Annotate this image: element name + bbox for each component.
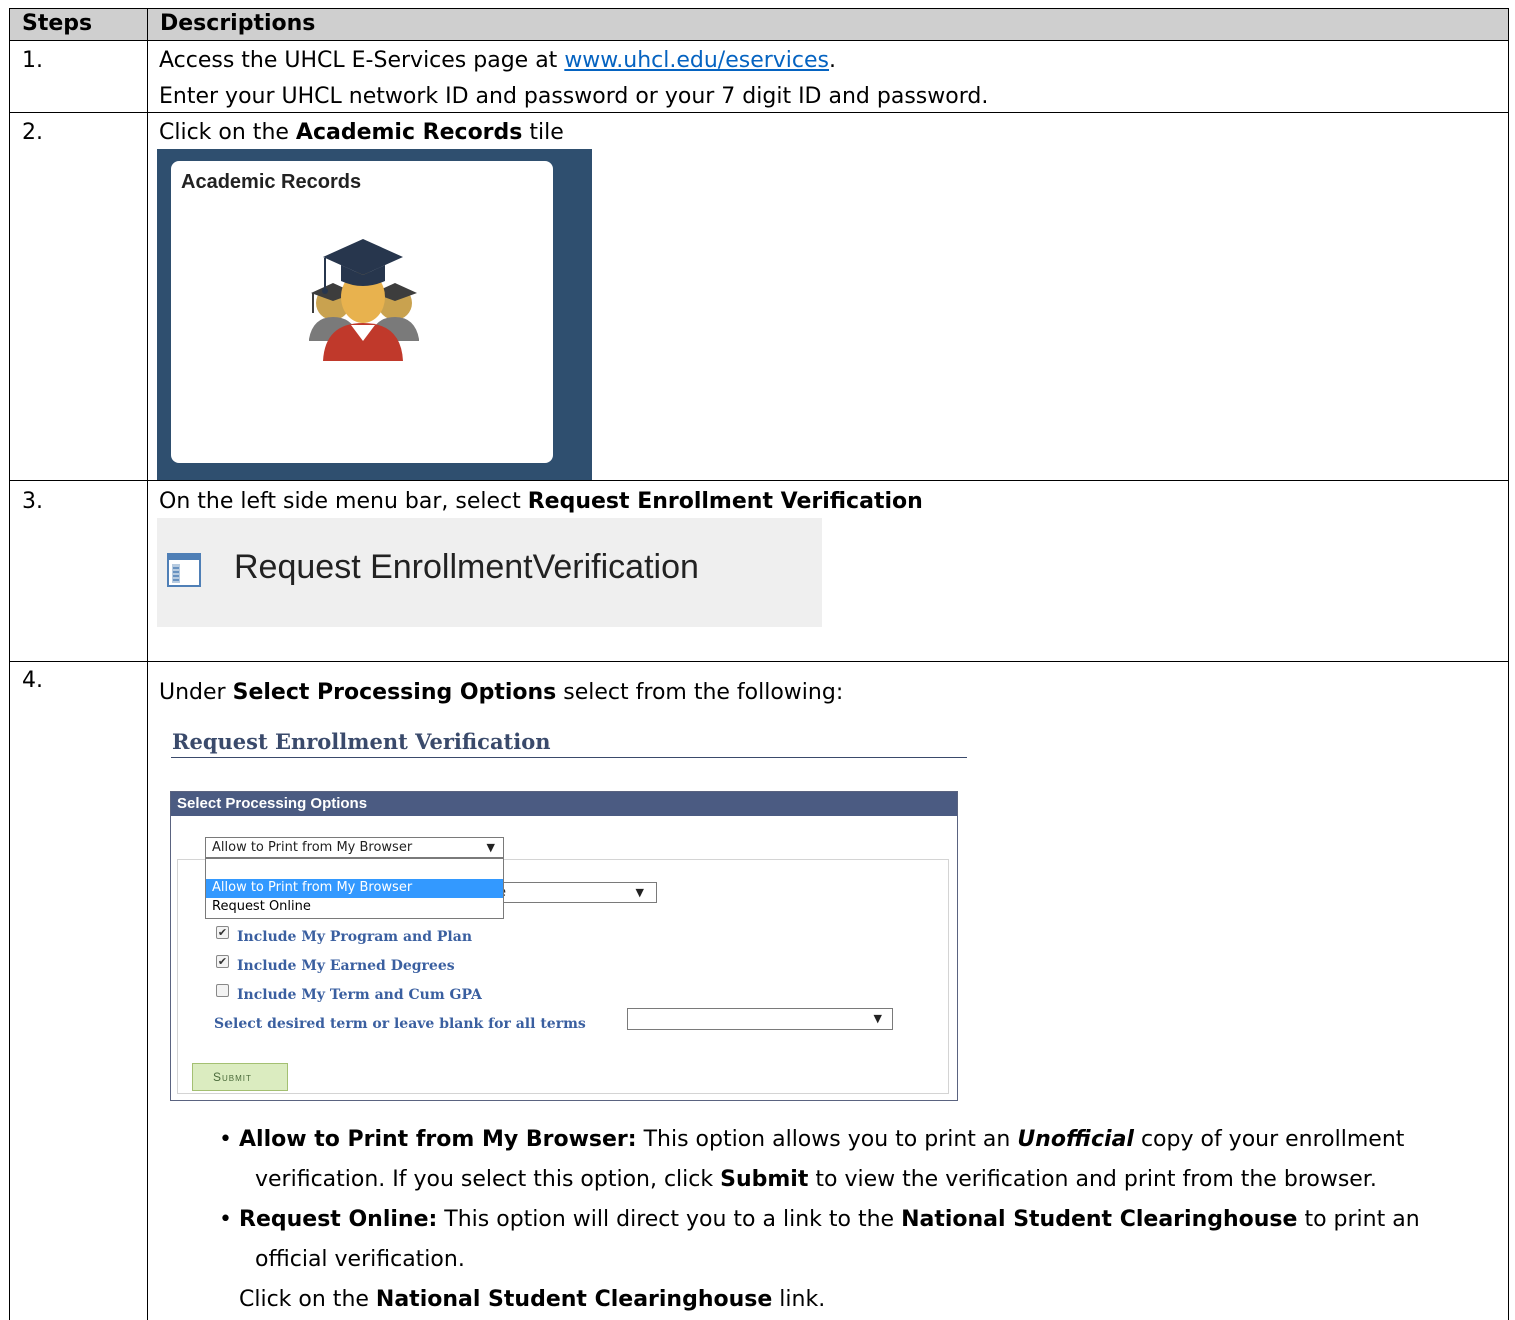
step1-period: . bbox=[829, 48, 837, 73]
step1-line1: Access the UHCL E-Services page at www.u… bbox=[159, 48, 836, 73]
option-allow-print[interactable]: Allow to Print from My Browser bbox=[206, 879, 503, 898]
row-divider-2 bbox=[9, 480, 1509, 481]
chevron-down-icon: ▼ bbox=[873, 1012, 882, 1025]
step2-instruction: Click on the Academic Records tile bbox=[159, 120, 564, 145]
row-divider-3 bbox=[9, 661, 1509, 662]
term-label: Select desired term or leave blank for a… bbox=[214, 1016, 586, 1032]
title-underline bbox=[171, 757, 967, 758]
table-border-top bbox=[9, 8, 1509, 9]
row-divider-header bbox=[9, 40, 1509, 41]
step-number: 4. bbox=[22, 668, 43, 693]
menu-item-request-enrollment-verification[interactable]: Request EnrollmentVerification bbox=[157, 518, 822, 627]
table-border-right bbox=[1508, 8, 1509, 1320]
delivery-select[interactable]: e ▼ bbox=[491, 882, 657, 903]
step-number: 1. bbox=[22, 48, 43, 73]
tile-screenshot: Academic Records bbox=[157, 149, 592, 480]
checkbox-earned-degrees[interactable]: ✔ bbox=[216, 955, 229, 968]
step3-instruction: On the left side menu bar, select Reques… bbox=[159, 489, 923, 514]
header-descriptions: Descriptions bbox=[160, 11, 316, 36]
checkbox-label: Include My Earned Degrees bbox=[237, 958, 455, 974]
checkbox-program-plan[interactable]: ✔ bbox=[216, 926, 229, 939]
option-request-online[interactable]: Request Online bbox=[206, 898, 503, 917]
panel-header: Select Processing Options bbox=[171, 792, 957, 816]
page-icon bbox=[167, 553, 201, 587]
checkbox-term-gpa[interactable] bbox=[216, 984, 229, 997]
submit-label: Submit bbox=[213, 1070, 252, 1084]
chevron-down-icon: ▼ bbox=[635, 886, 644, 899]
bullet-dot: • bbox=[219, 1127, 232, 1152]
bullet1-line2: verification. If you select this option,… bbox=[255, 1167, 1377, 1192]
menu-item-label: Request EnrollmentVerification bbox=[234, 548, 699, 586]
select-value: Allow to Print from My Browser bbox=[212, 840, 413, 855]
academic-records-tile[interactable]: Academic Records bbox=[171, 161, 553, 463]
term-select[interactable]: ▼ bbox=[627, 1008, 893, 1030]
step-number: 2. bbox=[22, 120, 43, 145]
step1-line2: Enter your UHCL network ID and password … bbox=[159, 84, 989, 109]
processing-option-dropdown[interactable]: Allow to Print from My Browser Request O… bbox=[205, 858, 504, 919]
bullet-dot: • bbox=[219, 1207, 232, 1232]
chevron-down-icon: ▼ bbox=[486, 841, 495, 854]
processing-option-select[interactable]: Allow to Print from My Browser ▼ bbox=[205, 837, 504, 858]
eservices-link[interactable]: www.uhcl.edu/eservices bbox=[564, 48, 829, 73]
checkbox-label: Include My Program and Plan bbox=[237, 929, 472, 945]
bullet2-line1: Request Online: This option will direct … bbox=[239, 1207, 1420, 1232]
submit-button[interactable]: Submit bbox=[192, 1063, 288, 1091]
header-steps: Steps bbox=[22, 11, 93, 36]
checkbox-label: Include My Term and Cum GPA bbox=[237, 987, 482, 1003]
closing-instruction: Click on the National Student Clearingho… bbox=[239, 1287, 826, 1312]
step1-text: Access the UHCL E-Services page at bbox=[159, 48, 565, 73]
page-title: Request Enrollment Verification bbox=[172, 729, 551, 754]
table-border-left bbox=[9, 8, 10, 1320]
table-col-divider bbox=[147, 8, 148, 1320]
tile-title: Academic Records bbox=[181, 171, 362, 193]
row-divider-1 bbox=[9, 112, 1509, 113]
bullet2-line2: official verification. bbox=[255, 1247, 465, 1272]
processing-options-panel: Select Processing Options Allow to Print… bbox=[170, 791, 958, 1101]
bullet1-line1: Allow to Print from My Browser: This opt… bbox=[239, 1127, 1405, 1152]
graduates-icon bbox=[309, 239, 419, 361]
step-number: 3. bbox=[22, 489, 43, 514]
step4-instruction: Under Select Processing Options select f… bbox=[159, 680, 844, 705]
